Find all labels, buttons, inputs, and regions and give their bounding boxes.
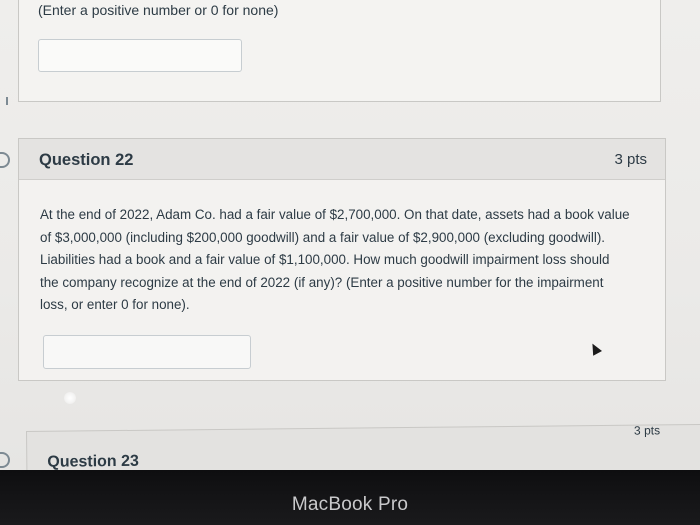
next-question-points: 3 pts	[633, 423, 661, 438]
screen: (Enter a positive number or 0 for none) …	[0, 0, 700, 470]
question-text: At the end of 2022, Adam Co. had a fair …	[40, 204, 652, 317]
question-text-line: of $3,000,000 (including $200,000 goodwi…	[40, 229, 606, 245]
device-brand-label: MacBook Pro	[291, 494, 409, 515]
laptop-bezel: MacBook Pro	[0, 470, 700, 525]
flag-marker-icon	[6, 97, 8, 105]
question-header: Question 22 3 pts	[19, 139, 665, 180]
question-text-line: loss, or enter 0 for none).	[40, 297, 190, 312]
question-title: Question 22	[39, 151, 134, 169]
question-points: 3 pts	[614, 151, 647, 168]
answer-input[interactable]	[43, 335, 251, 369]
question-text-line: At the end of 2022, Adam Co. had a fair …	[40, 207, 630, 222]
previous-answer-input[interactable]	[38, 39, 242, 72]
next-question-flag-icon[interactable]	[0, 452, 10, 468]
next-question-card: 3 pts Question 23	[26, 423, 700, 470]
question-text-line: Liabilities had a book and a fair value …	[40, 252, 610, 267]
next-question-title: Question 23	[47, 452, 139, 470]
question-card: Question 22 3 pts At the end of 2022, Ad…	[18, 138, 666, 381]
question-flag-icon[interactable]	[0, 152, 10, 168]
screen-glare	[64, 392, 76, 404]
question-text-line: the company recognize at the end of 2022…	[40, 274, 604, 290]
previous-question-hint: (Enter a positive number or 0 for none)	[38, 2, 279, 18]
